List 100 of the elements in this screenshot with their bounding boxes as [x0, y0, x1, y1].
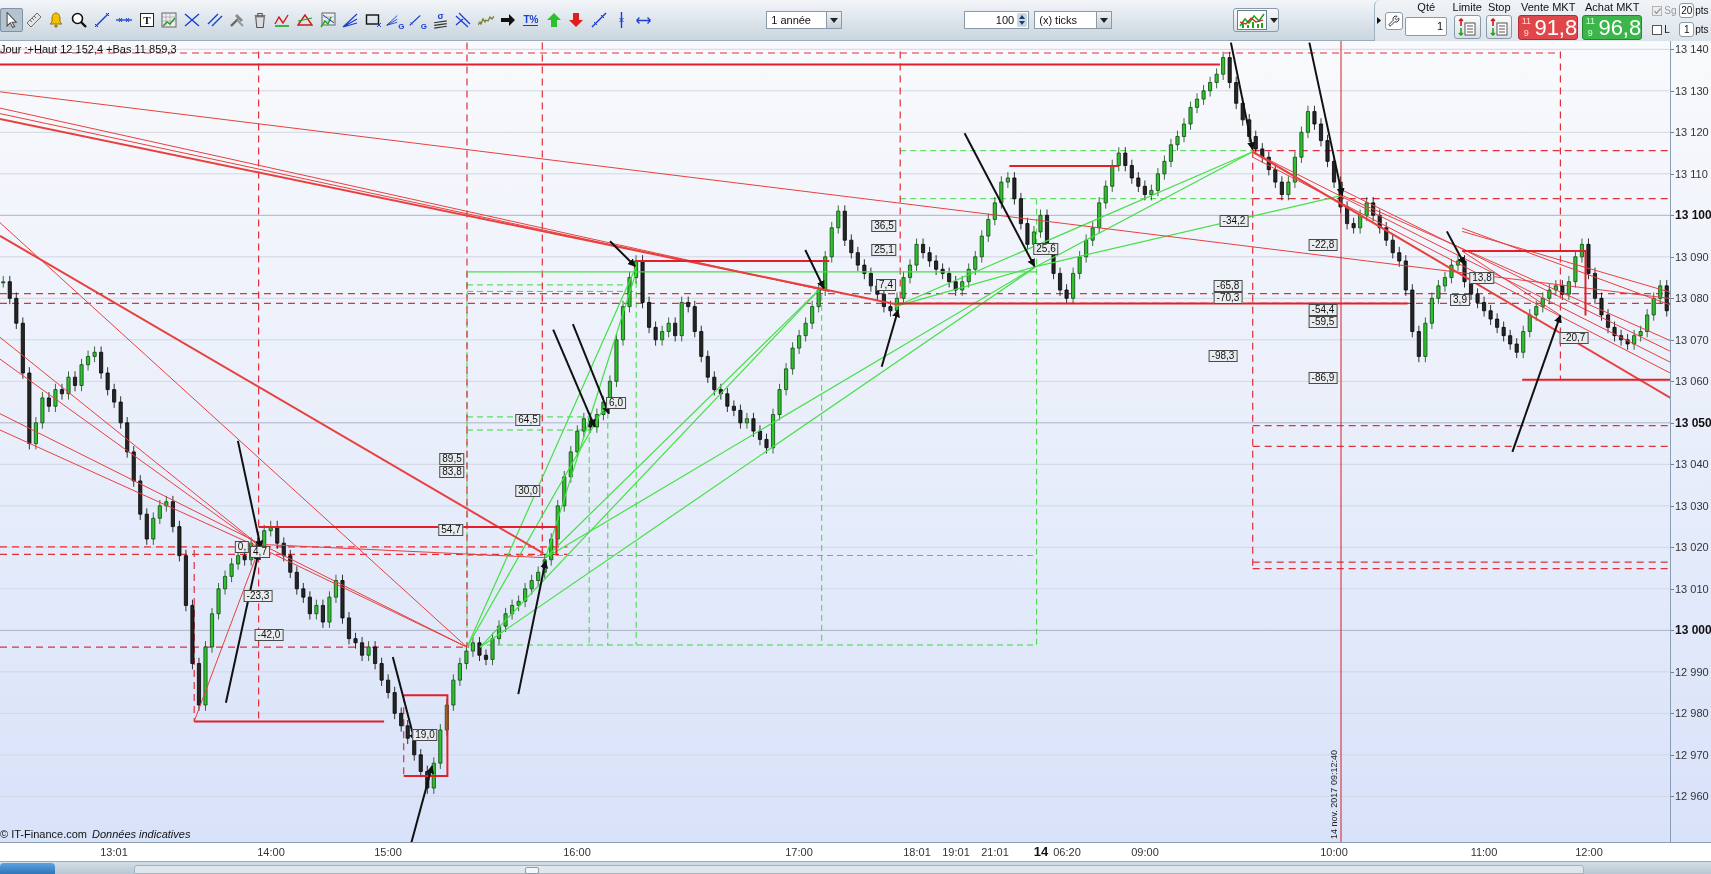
tool-button[interactable]	[0, 8, 23, 32]
option-label: Sg	[1664, 4, 1678, 18]
tool-button[interactable]: T%	[519, 8, 543, 32]
value-tag: 6,0	[606, 397, 626, 409]
axis-label: 13 060	[1675, 375, 1709, 388]
expand-arrow-icon[interactable]	[1377, 17, 1382, 24]
value-tag: -22,8	[1308, 239, 1338, 251]
price-line-icon	[477, 14, 494, 26]
grid-pattern-icon	[319, 12, 336, 28]
axis-label: 10:00	[1320, 845, 1348, 859]
fan-lines-icon	[342, 12, 359, 28]
ray-line-icon	[408, 14, 421, 26]
caret-icon	[1270, 17, 1279, 23]
copyright-text: © IT-Finance.com	[0, 828, 87, 840]
stop-order-button[interactable]	[1486, 15, 1513, 39]
value-tag: 25,1	[871, 244, 897, 256]
disclaimer-text: Données indicatives	[91, 828, 191, 840]
vertical-line-icon	[618, 12, 624, 28]
ticks-spinner[interactable]: 100	[964, 11, 1030, 29]
axis-label: 13 100	[1675, 209, 1711, 222]
channel-lines-icon	[455, 12, 472, 28]
value-tag: 54,7	[438, 524, 464, 536]
ticks-unit-select[interactable]: (x) ticks	[1034, 11, 1113, 29]
up-arrow-icon	[545, 12, 562, 28]
axis-label: 14:00	[257, 845, 285, 859]
period-select[interactable]: 1 année	[766, 11, 843, 29]
value-tag: 64,5	[515, 414, 541, 426]
scroll-thumb[interactable]	[525, 867, 539, 874]
unit-label: pts	[1695, 23, 1709, 37]
value-tag: -59,5	[1308, 316, 1338, 328]
caret-icon	[830, 17, 839, 23]
axis-label: 09:00	[1131, 845, 1159, 859]
axis-label: 12 980	[1675, 707, 1709, 720]
value-tag: 36,5	[871, 220, 897, 232]
axis-label: 13 000	[1675, 624, 1711, 637]
parallel-lines-icon	[206, 12, 223, 28]
axis-label: 21:01	[981, 845, 1009, 859]
points-field[interactable]: 1	[1679, 22, 1695, 37]
search-icon	[71, 12, 88, 28]
chart-type-button[interactable]	[1233, 8, 1280, 32]
axis-label: 13 080	[1675, 292, 1709, 305]
value-tag: 3,9	[1450, 294, 1470, 306]
axis-label: 13 030	[1675, 499, 1709, 512]
checkbox[interactable]	[1652, 24, 1663, 35]
axis-label: 18:01	[903, 845, 931, 859]
order-type-label: Vente MKT	[1521, 2, 1576, 13]
rectangle-icon	[364, 12, 381, 28]
cursor-date-label: 14 nov. 2017 09:12:40	[1329, 750, 1340, 839]
axis-label: 15:00	[374, 845, 402, 859]
ruler-icon	[25, 12, 42, 28]
value-tag: -23,3	[243, 590, 273, 602]
cursor-icon	[5, 12, 17, 28]
spin-arrows-icon	[1017, 13, 1028, 27]
check-icon	[1653, 7, 1661, 14]
tool-button[interactable]: G	[384, 8, 407, 32]
axis-label: 13:01	[100, 845, 128, 859]
order-ticket-icon	[1490, 18, 1509, 36]
value-tag: -98,3	[1208, 350, 1238, 362]
limit-label: Limite	[1452, 2, 1482, 13]
axis-label: 14	[1033, 845, 1049, 859]
value-tag: 4,7	[250, 546, 270, 558]
arrow	[609, 240, 637, 268]
line-segment-icon	[93, 12, 110, 28]
tool-button[interactable]: G	[406, 8, 430, 32]
quantity-field[interactable]: 1	[1405, 17, 1448, 36]
value-tag: 19,0	[412, 729, 438, 741]
stop-label: Stop	[1487, 2, 1511, 13]
axis-label: 13 070	[1675, 333, 1709, 346]
tool-button[interactable]: σ	[429, 8, 452, 32]
axis-label: 13 050	[1675, 416, 1711, 429]
zigzag-pattern-icon	[274, 12, 291, 28]
axis-label: 13 140	[1675, 43, 1709, 56]
unit-label: pts	[1695, 4, 1709, 18]
diagonal-line-icon	[590, 12, 607, 28]
settings-button[interactable]	[1385, 12, 1404, 30]
option-label: L	[1664, 23, 1671, 37]
value-tag: -34,2	[1219, 215, 1249, 227]
scroll-track[interactable]	[134, 865, 1584, 874]
limit-order-button[interactable]	[1453, 15, 1481, 39]
tools-icon	[229, 12, 246, 28]
value-tag: -20,7	[1559, 332, 1589, 344]
caret-icon	[1100, 17, 1109, 23]
axis-label: 13 090	[1675, 250, 1709, 263]
tool-button[interactable]: T	[135, 8, 159, 32]
down-arrow-icon	[568, 12, 585, 28]
value-tag: -86,9	[1308, 372, 1338, 384]
axis-label: 13 120	[1675, 126, 1709, 139]
axis-label: 11:00	[1470, 845, 1498, 859]
arrow	[1445, 230, 1466, 266]
wrench-icon	[1388, 15, 1401, 27]
order-type-label: Achat MKT	[1585, 2, 1640, 13]
fan-lines-icon	[386, 14, 399, 26]
crossing-lines-icon	[184, 12, 201, 28]
slanted-lines-icon	[433, 19, 449, 29]
axis-label: 13 010	[1675, 582, 1709, 595]
chart-info-text: Jour :+Haut 12 152,4 +Bas 11 859,3	[0, 43, 177, 55]
trash-icon	[253, 12, 266, 28]
axis-label: 12 960	[1675, 790, 1709, 803]
axis-label: 19:01	[942, 845, 970, 859]
value-tag: 0,	[234, 541, 250, 553]
